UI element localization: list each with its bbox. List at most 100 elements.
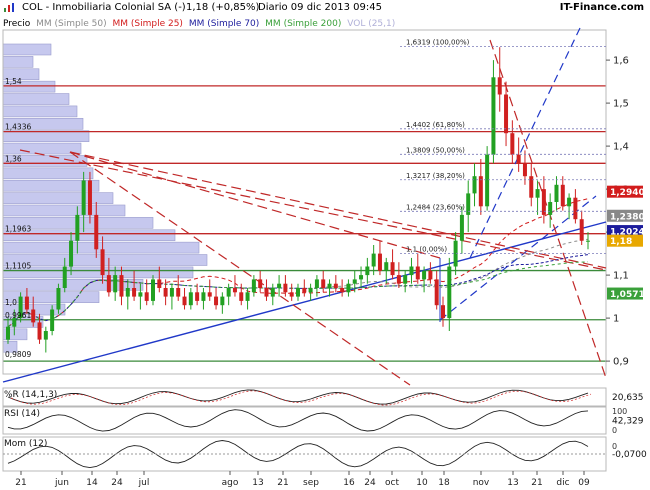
candle-body	[447, 266, 452, 319]
candle-body	[377, 253, 382, 271]
date-axis-label: 13	[252, 478, 263, 488]
price-axis-label: 1,4	[613, 142, 629, 153]
indicator-panel	[2, 406, 607, 435]
date-axis: 21 jun 14 24 jul ago 13 21 sep 16 24 oct 10 18 nov 13 21…	[15, 471, 590, 488]
candle-body	[510, 133, 515, 155]
candle-body	[289, 292, 294, 297]
price-badge-label: 1,18	[610, 237, 632, 247]
indicator-value: -0,0700	[612, 450, 647, 460]
date-axis-label: 24	[364, 478, 376, 488]
date-axis-label: 18	[438, 478, 450, 488]
candle-body	[169, 288, 174, 297]
indicator-value: 42,329	[612, 417, 644, 427]
candle-body	[87, 180, 92, 215]
fibonacci-label: 1,2484 (23,60%)	[406, 203, 465, 211]
candle-body	[188, 292, 193, 306]
candle-body	[277, 283, 282, 288]
candle-body	[214, 296, 219, 306]
candle-body	[207, 292, 212, 297]
candle-body	[125, 288, 130, 297]
candle-body	[220, 296, 225, 306]
candle-body	[264, 288, 269, 297]
candle-body	[428, 270, 433, 280]
candle-body	[157, 279, 162, 288]
candle-body	[283, 283, 288, 293]
date-axis-label: oct	[385, 478, 399, 488]
chart-window: COL - Inmobiliaria Colonial SA (-) 1,18 …	[0, 0, 650, 490]
candle-body	[176, 288, 181, 297]
candle-body	[75, 214, 80, 241]
date-axis-label: 21	[15, 478, 26, 488]
candle-body	[151, 279, 155, 301]
candle-body	[422, 270, 427, 280]
candle-body	[491, 77, 496, 155]
candle-body	[365, 266, 370, 276]
candle-body	[441, 305, 445, 319]
candle-body	[94, 214, 99, 250]
left-level-label: 1,1963	[5, 225, 31, 234]
candle-body	[113, 275, 118, 293]
candle-body	[69, 240, 74, 267]
candle-body	[352, 279, 357, 284]
candle-body	[314, 279, 319, 288]
candle-body	[226, 288, 231, 297]
candle-body	[516, 154, 521, 164]
left-level-label: 0,9809	[5, 350, 31, 359]
date-axis-label: jun	[54, 478, 69, 488]
volume-profile-bar	[2, 266, 194, 279]
price-axis-label: 1,5	[613, 99, 629, 110]
candle-body	[548, 202, 553, 215]
candle-body	[346, 283, 351, 293]
date-axis-label: jul	[138, 478, 150, 488]
left-level-label: 1,36	[5, 154, 22, 163]
candle-body	[333, 283, 338, 288]
indicator-label: RSI (14)	[4, 409, 40, 419]
candle-body	[258, 279, 263, 288]
volume-profile-bar	[2, 130, 90, 142]
date-axis-label: 24	[111, 478, 123, 488]
candle-body	[504, 94, 509, 134]
fibonacci-label: 1,3217 (38,20%)	[406, 172, 465, 180]
date-axis-label: sep	[303, 478, 319, 488]
left-level-label: 1,0	[5, 298, 17, 307]
candle-body	[296, 288, 300, 297]
candle-body	[472, 176, 477, 194]
price-badge-label: 1,2940	[610, 188, 645, 198]
candle-body	[554, 184, 559, 202]
indicator-value: 20,635	[612, 393, 644, 403]
indicator-axis-label: 0	[612, 442, 617, 451]
candle-body	[497, 77, 502, 95]
date-axis-label: 21	[277, 478, 288, 488]
candle-body	[390, 262, 395, 276]
candle-body	[359, 275, 364, 280]
left-level-label: 1,54	[5, 77, 22, 86]
candle-body	[100, 249, 105, 276]
date-axis-label: 13	[507, 478, 518, 488]
candle-body	[50, 309, 55, 331]
candle-body	[573, 197, 578, 220]
price-badge-label: 1,0571	[610, 290, 645, 300]
candle-body	[485, 154, 490, 207]
candle-body	[138, 292, 143, 297]
candle-body	[409, 266, 414, 276]
volume-profile-bar	[2, 192, 114, 204]
indicator-label: Mom (12)	[4, 439, 47, 449]
left-level-label: 1,4336	[5, 123, 31, 132]
fibonacci-label: 1,3809 (50,00%)	[406, 146, 465, 154]
indicator-axis-label: 100	[612, 407, 627, 416]
date-axis-label: 09	[578, 478, 590, 488]
indicator-axis-label: 0	[612, 426, 617, 435]
volume-profile-bar	[2, 167, 94, 180]
candle-body	[163, 288, 168, 297]
candle-body	[403, 275, 408, 284]
trendline-resistance	[489, 39, 607, 379]
candle-body	[384, 262, 389, 271]
price-chart[interactable]: 1,6319 (100,00%) 1,4402 (61,80%) 1,3809 (5…	[0, 0, 650, 490]
candle-body	[232, 288, 237, 293]
candle-body	[182, 296, 187, 306]
volume-profile-bar	[2, 105, 78, 118]
date-axis-label: dic	[556, 478, 569, 488]
candle-body	[270, 288, 275, 297]
candle-body	[251, 279, 256, 293]
price-axis-label: 1	[613, 314, 619, 325]
